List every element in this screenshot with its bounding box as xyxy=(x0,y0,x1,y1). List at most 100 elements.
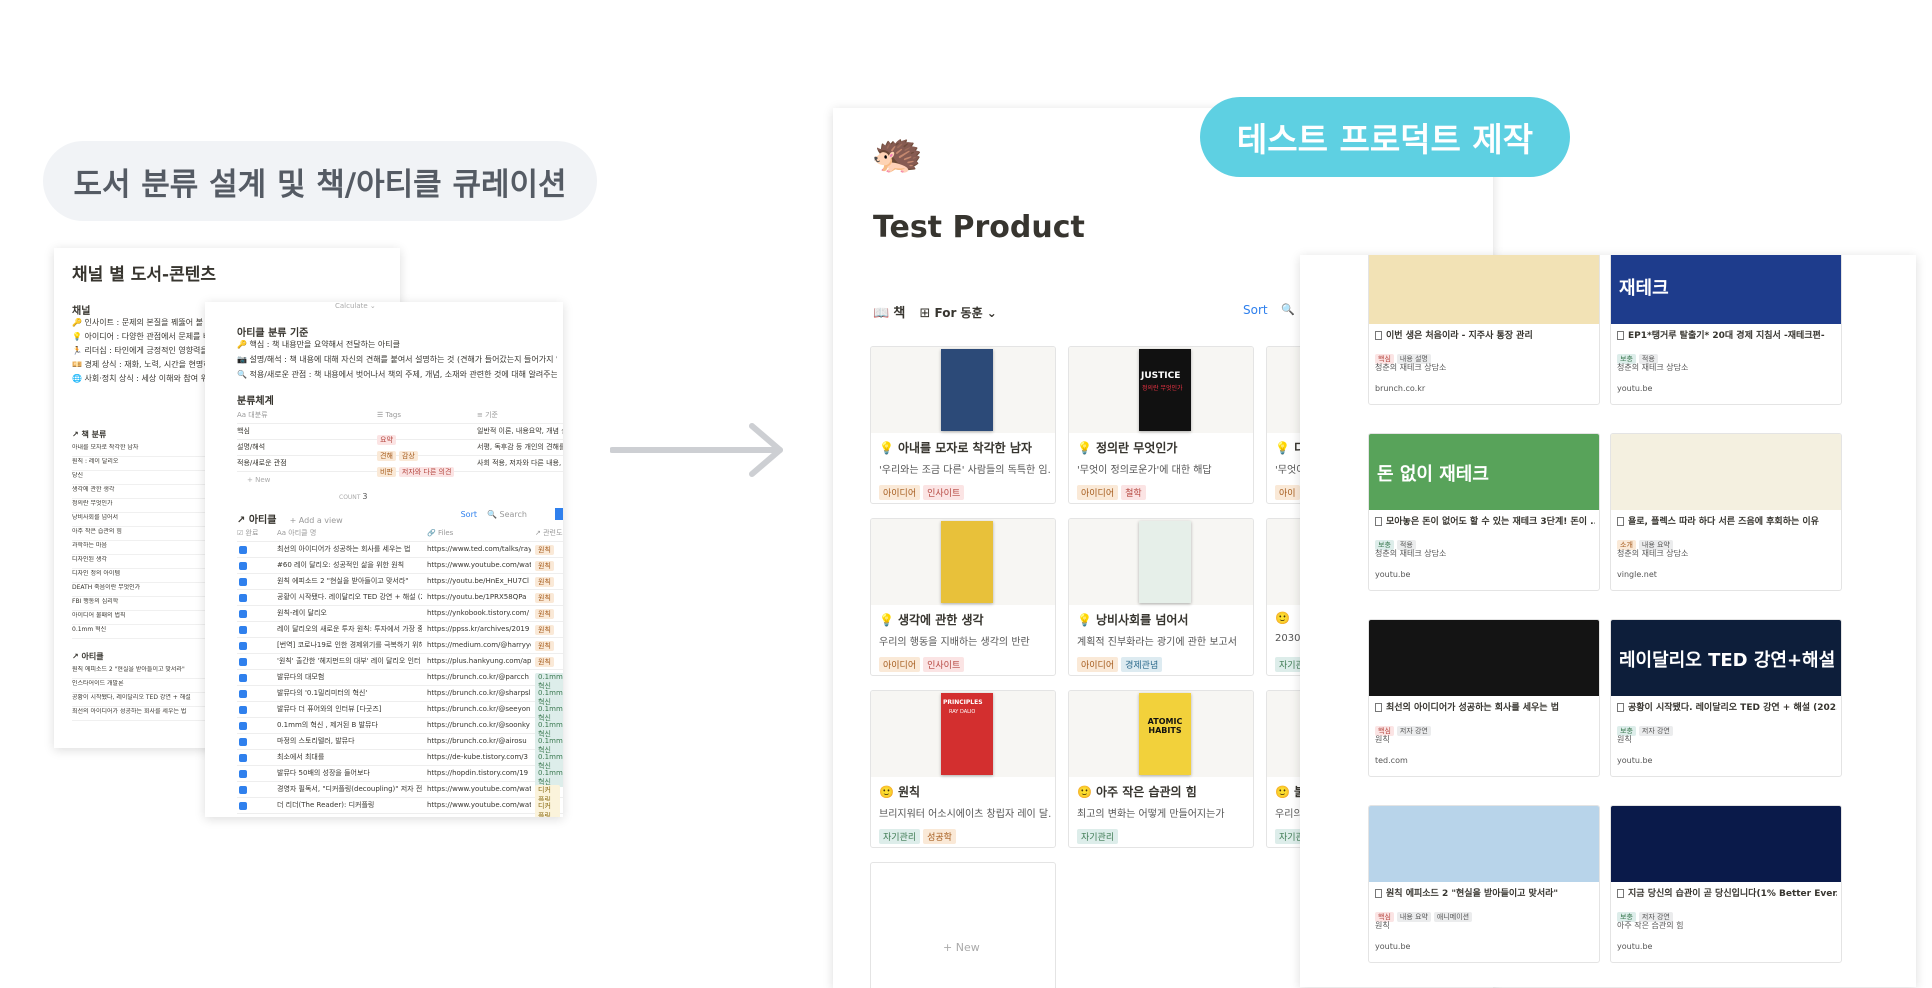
article-url[interactable]: https://ppss.kr/archives/2019 xyxy=(427,625,531,634)
article-row[interactable]: 발뮤다의 '0.1밀리미터의 혁신' https://brunch.co.kr/@… xyxy=(237,686,563,707)
article-source[interactable]: ted.com xyxy=(1375,756,1408,765)
article-card[interactable]: 욜로, 플렉스 따라 하다 서른 즈음에 후회하는 이유 소개 내용 요약 청춘의 재… xyxy=(1610,433,1842,591)
table-row[interactable]: 공황이 시작됐다, 레이달리오 TED 강연 + 해설 xyxy=(72,694,222,707)
calculate-label[interactable]: Calculate ⌄ xyxy=(335,302,376,311)
table-row[interactable]: 원칙 : 레이 달리오 xyxy=(72,458,222,471)
article-url[interactable]: https://brunch.co.kr/@soonky xyxy=(427,721,531,730)
article-url[interactable]: https://www.ted.com/talks/ray xyxy=(427,545,531,554)
article-row[interactable]: 경영자 필독서, "디커플링(decoupling)" 저자 전 https://… xyxy=(237,782,563,805)
article-card[interactable]: 최선의 아이디어가 성공하는 회사를 세우는 법 핵심 저자 강연 원칙 ted.com xyxy=(1368,619,1600,777)
article-row[interactable]: '원칙' 출간한 '헤지펀드의 대부' 레이 달리오 인터 https://plu… xyxy=(237,654,563,670)
done-checkbox[interactable] xyxy=(239,754,247,762)
article-card[interactable]: 이번 생은 처음이라 - 지주사 통장 관리 핵심 내용 설명 청춘의 재테크 상담소… xyxy=(1368,255,1600,405)
done-checkbox[interactable] xyxy=(239,658,247,666)
article-url[interactable]: https://youtu.be/1PRX58QPa xyxy=(427,593,531,602)
search-icon[interactable]: 🔍 xyxy=(1281,303,1295,316)
article-url[interactable]: https://youtu.be/HnEx_HU7Cl xyxy=(427,577,531,586)
table-row[interactable]: 당신 xyxy=(72,472,222,485)
done-checkbox[interactable] xyxy=(239,738,247,746)
article-source[interactable]: youtu.be xyxy=(1375,942,1410,951)
category-row[interactable]: 설명/해석 견해 감상 서평, 독후감 등 개인의 견해를 · xyxy=(237,440,563,461)
table-row[interactable]: 정의란 무엇인가 xyxy=(72,500,222,513)
article-card[interactable]: 돈 없이 재테크 모아놓은 돈이 없어도 할 수 있는 재테크 3단계! 돈이 .… xyxy=(1368,433,1600,591)
article-url[interactable]: https://hopdin.tistory.com/19 xyxy=(427,769,531,778)
book-card[interactable]: 💡 생각에 관한 생각 우리의 행동을 지배하는 생각의 반란 아이디어 인사이트 xyxy=(870,518,1056,676)
article-row[interactable]: [번역] 코로나19로 인한 경제위기를 극복하기 위해 https://medi… xyxy=(237,638,563,654)
done-checkbox[interactable] xyxy=(239,674,247,682)
articles-sort-button[interactable]: Sort xyxy=(461,510,477,520)
article-url[interactable]: https://brunch.co.kr/@parcch xyxy=(427,673,531,682)
done-checkbox[interactable] xyxy=(239,642,247,650)
done-checkbox[interactable] xyxy=(239,786,247,794)
done-checkbox[interactable] xyxy=(239,546,247,554)
book-card[interactable]: 💡 낭비사회를 넘어서 계획적 진부화라는 광기에 관한 보고서 아이디어 경제관념 xyxy=(1068,518,1254,676)
article-url[interactable]: https://brunch.co.kr/@sharpsl xyxy=(427,689,531,698)
done-checkbox[interactable] xyxy=(239,706,247,714)
new-article-button[interactable] xyxy=(555,508,563,520)
table-row[interactable]: 아주 작은 습관의 힘 xyxy=(72,528,222,541)
db-sort-button[interactable]: Sort xyxy=(1243,303,1268,317)
article-url[interactable]: https://www.youtube.com/wat xyxy=(427,801,531,810)
article-card[interactable]: 재테크 EP1*탱거루 탈출기* 20대 경제 지침서 -재테크편- 보충 적용 청춘의… xyxy=(1610,255,1842,405)
table-row[interactable]: 아내를 모자로 착각한 남자 xyxy=(72,444,222,457)
done-checkbox[interactable] xyxy=(239,578,247,586)
article-row[interactable]: 공황이 시작됐다. 레이달리오 TED 강연 + 해설 (2 https://yo… xyxy=(237,590,563,606)
table-row[interactable]: FBI 행동의 심리학 xyxy=(72,598,222,611)
article-url[interactable]: https://www.youtube.com/wat xyxy=(427,785,531,794)
article-row[interactable]: 최선의 아이디어가 성공하는 회사를 세우는 법 https://www.ted.… xyxy=(237,542,563,558)
article-card[interactable]: 레이달리오 TED 강연+해설 공황이 시작됐다. 레이달리오 TED 강연 + … xyxy=(1610,619,1842,777)
article-url[interactable]: https://medium.com/@harryyc xyxy=(427,641,531,650)
table-row[interactable]: 생각에 관한 생각 xyxy=(72,486,222,499)
done-checkbox[interactable] xyxy=(239,802,247,810)
article-row[interactable]: 발뮤다의 대모험 https://brunch.co.kr/@parcch 0.1m… xyxy=(237,670,563,691)
done-checkbox[interactable] xyxy=(239,722,247,730)
view-selector[interactable]: For 동훈 ⌄ xyxy=(934,306,996,320)
article-source[interactable]: vingle.net xyxy=(1617,570,1657,579)
done-checkbox[interactable] xyxy=(239,626,247,634)
article-url[interactable]: https://www.youtube.com/wat xyxy=(427,561,531,570)
article-source[interactable]: youtu.be xyxy=(1375,570,1410,579)
category-row[interactable]: 핵심 요약 일반적 이론, 내용요약, 개념 설 xyxy=(237,424,563,445)
article-row[interactable]: 레이 달리오의 새로운 투자 원칙: 투자에서 가장 중 https://ppss… xyxy=(237,622,563,638)
book-card[interactable]: PRINCIPLES RAY DALIO 🙂 원칙 브리지워터 어소시에이츠 창립자 레… xyxy=(870,690,1056,848)
article-url[interactable]: https://de-kube.tistory.com/3 xyxy=(427,753,531,762)
article-row[interactable]: 최소에서 최대를 https://de-kube.tistory.com/3 0.1… xyxy=(237,750,563,771)
article-row[interactable]: 원칙 에피소드 2 "현실을 받아들이고 맞서라" https://youtu.b… xyxy=(237,574,563,590)
article-source[interactable]: youtu.be xyxy=(1617,384,1652,393)
book-card[interactable]: JUSTICE 정의란 무엇인가 💡 정의란 무엇인가 '무엇이 정의로운가'에 대한 … xyxy=(1068,346,1254,504)
table-row[interactable]: 디자인된 생각 xyxy=(72,556,222,569)
article-source[interactable]: brunch.co.kr xyxy=(1375,384,1425,393)
table-row[interactable]: 과학하는 마음 xyxy=(72,542,222,555)
article-row[interactable]: 마정의 스토리텔러, 발뮤다 https://brunch.co.kr/@airo… xyxy=(237,734,563,755)
article-row[interactable]: #60 레이 달리오: 성공적인 삶을 위한 원칙 https://www.you… xyxy=(237,558,563,574)
done-checkbox[interactable] xyxy=(239,610,247,618)
article-card[interactable]: 원칙 에피소드 2 "현실을 받아들이고 맞서라" 핵심 내용 요약 애니메이션 원칙 y… xyxy=(1368,805,1600,963)
table-row[interactable]: 아이디어 불패의 법칙 xyxy=(72,612,222,625)
table-row[interactable]: 최선의 아이디어가 성공하는 회사를 세우는 법 xyxy=(72,708,222,721)
done-checkbox[interactable] xyxy=(239,770,247,778)
table-row[interactable]: DEATH 죽음이란 무엇인가 xyxy=(72,584,222,597)
done-checkbox[interactable] xyxy=(239,690,247,698)
category-row[interactable]: 적용/새로운 관점 비판 저자와 다른 의견 사회 적용, 저자와 다른 내용, 다 xyxy=(237,456,563,477)
table-row[interactable]: 낭비사회를 넘어서 xyxy=(72,514,222,527)
articles-search-button[interactable]: 🔍 Search xyxy=(487,510,527,520)
done-checkbox[interactable] xyxy=(239,594,247,602)
new-book-card[interactable]: + New xyxy=(870,862,1056,988)
article-url[interactable]: https://brunch.co.kr/@seeyon xyxy=(427,705,531,714)
article-source[interactable]: youtu.be xyxy=(1617,756,1652,765)
article-row[interactable]: 발뮤다 50배의 성장을 들어보다 https://hopdin.tistory.… xyxy=(237,766,563,787)
article-card[interactable]: 지금 당신의 습관이 곧 당신입니다(1% Better Ever... 보충 저자… xyxy=(1610,805,1842,963)
book-card[interactable]: 💡 아내를 모자로 착각한 남자 '우리와는 조금 다른' 사람들의 독특한 임..… xyxy=(870,346,1056,504)
table-row[interactable]: 인스타어이드 개발론 xyxy=(72,680,222,693)
book-card[interactable]: ATOMIC HABITS 🙂 아주 작은 습관의 힘 최고의 변화는 어떻게 만들어… xyxy=(1068,690,1254,848)
table-row[interactable]: 디자인 정의 아이템 xyxy=(72,570,222,583)
article-url[interactable]: https://brunch.co.kr/@airosu xyxy=(427,737,531,746)
add-view-button[interactable]: + Add a view xyxy=(290,516,343,525)
article-source[interactable]: youtu.be xyxy=(1617,942,1652,951)
article-row[interactable]: 더 리더(The Reader): 디커플링 https://www.youtub… xyxy=(237,798,563,817)
article-row[interactable]: 원칙-레이 달리오 https://ynkobook.tistory.com/원칙 xyxy=(237,606,563,622)
table-row[interactable]: 원칙 에피소드 2 "현실을 받아들이고 맞서라" xyxy=(72,666,222,679)
article-url[interactable]: https://plus.hankyung.com/ap xyxy=(427,657,531,666)
table-row[interactable]: 0.1mm 혁신 xyxy=(72,626,222,639)
article-row[interactable]: 발뮤다 더 퓨어와의 인터뷰 [다굿즈] https://brunch.co.kr… xyxy=(237,702,563,723)
